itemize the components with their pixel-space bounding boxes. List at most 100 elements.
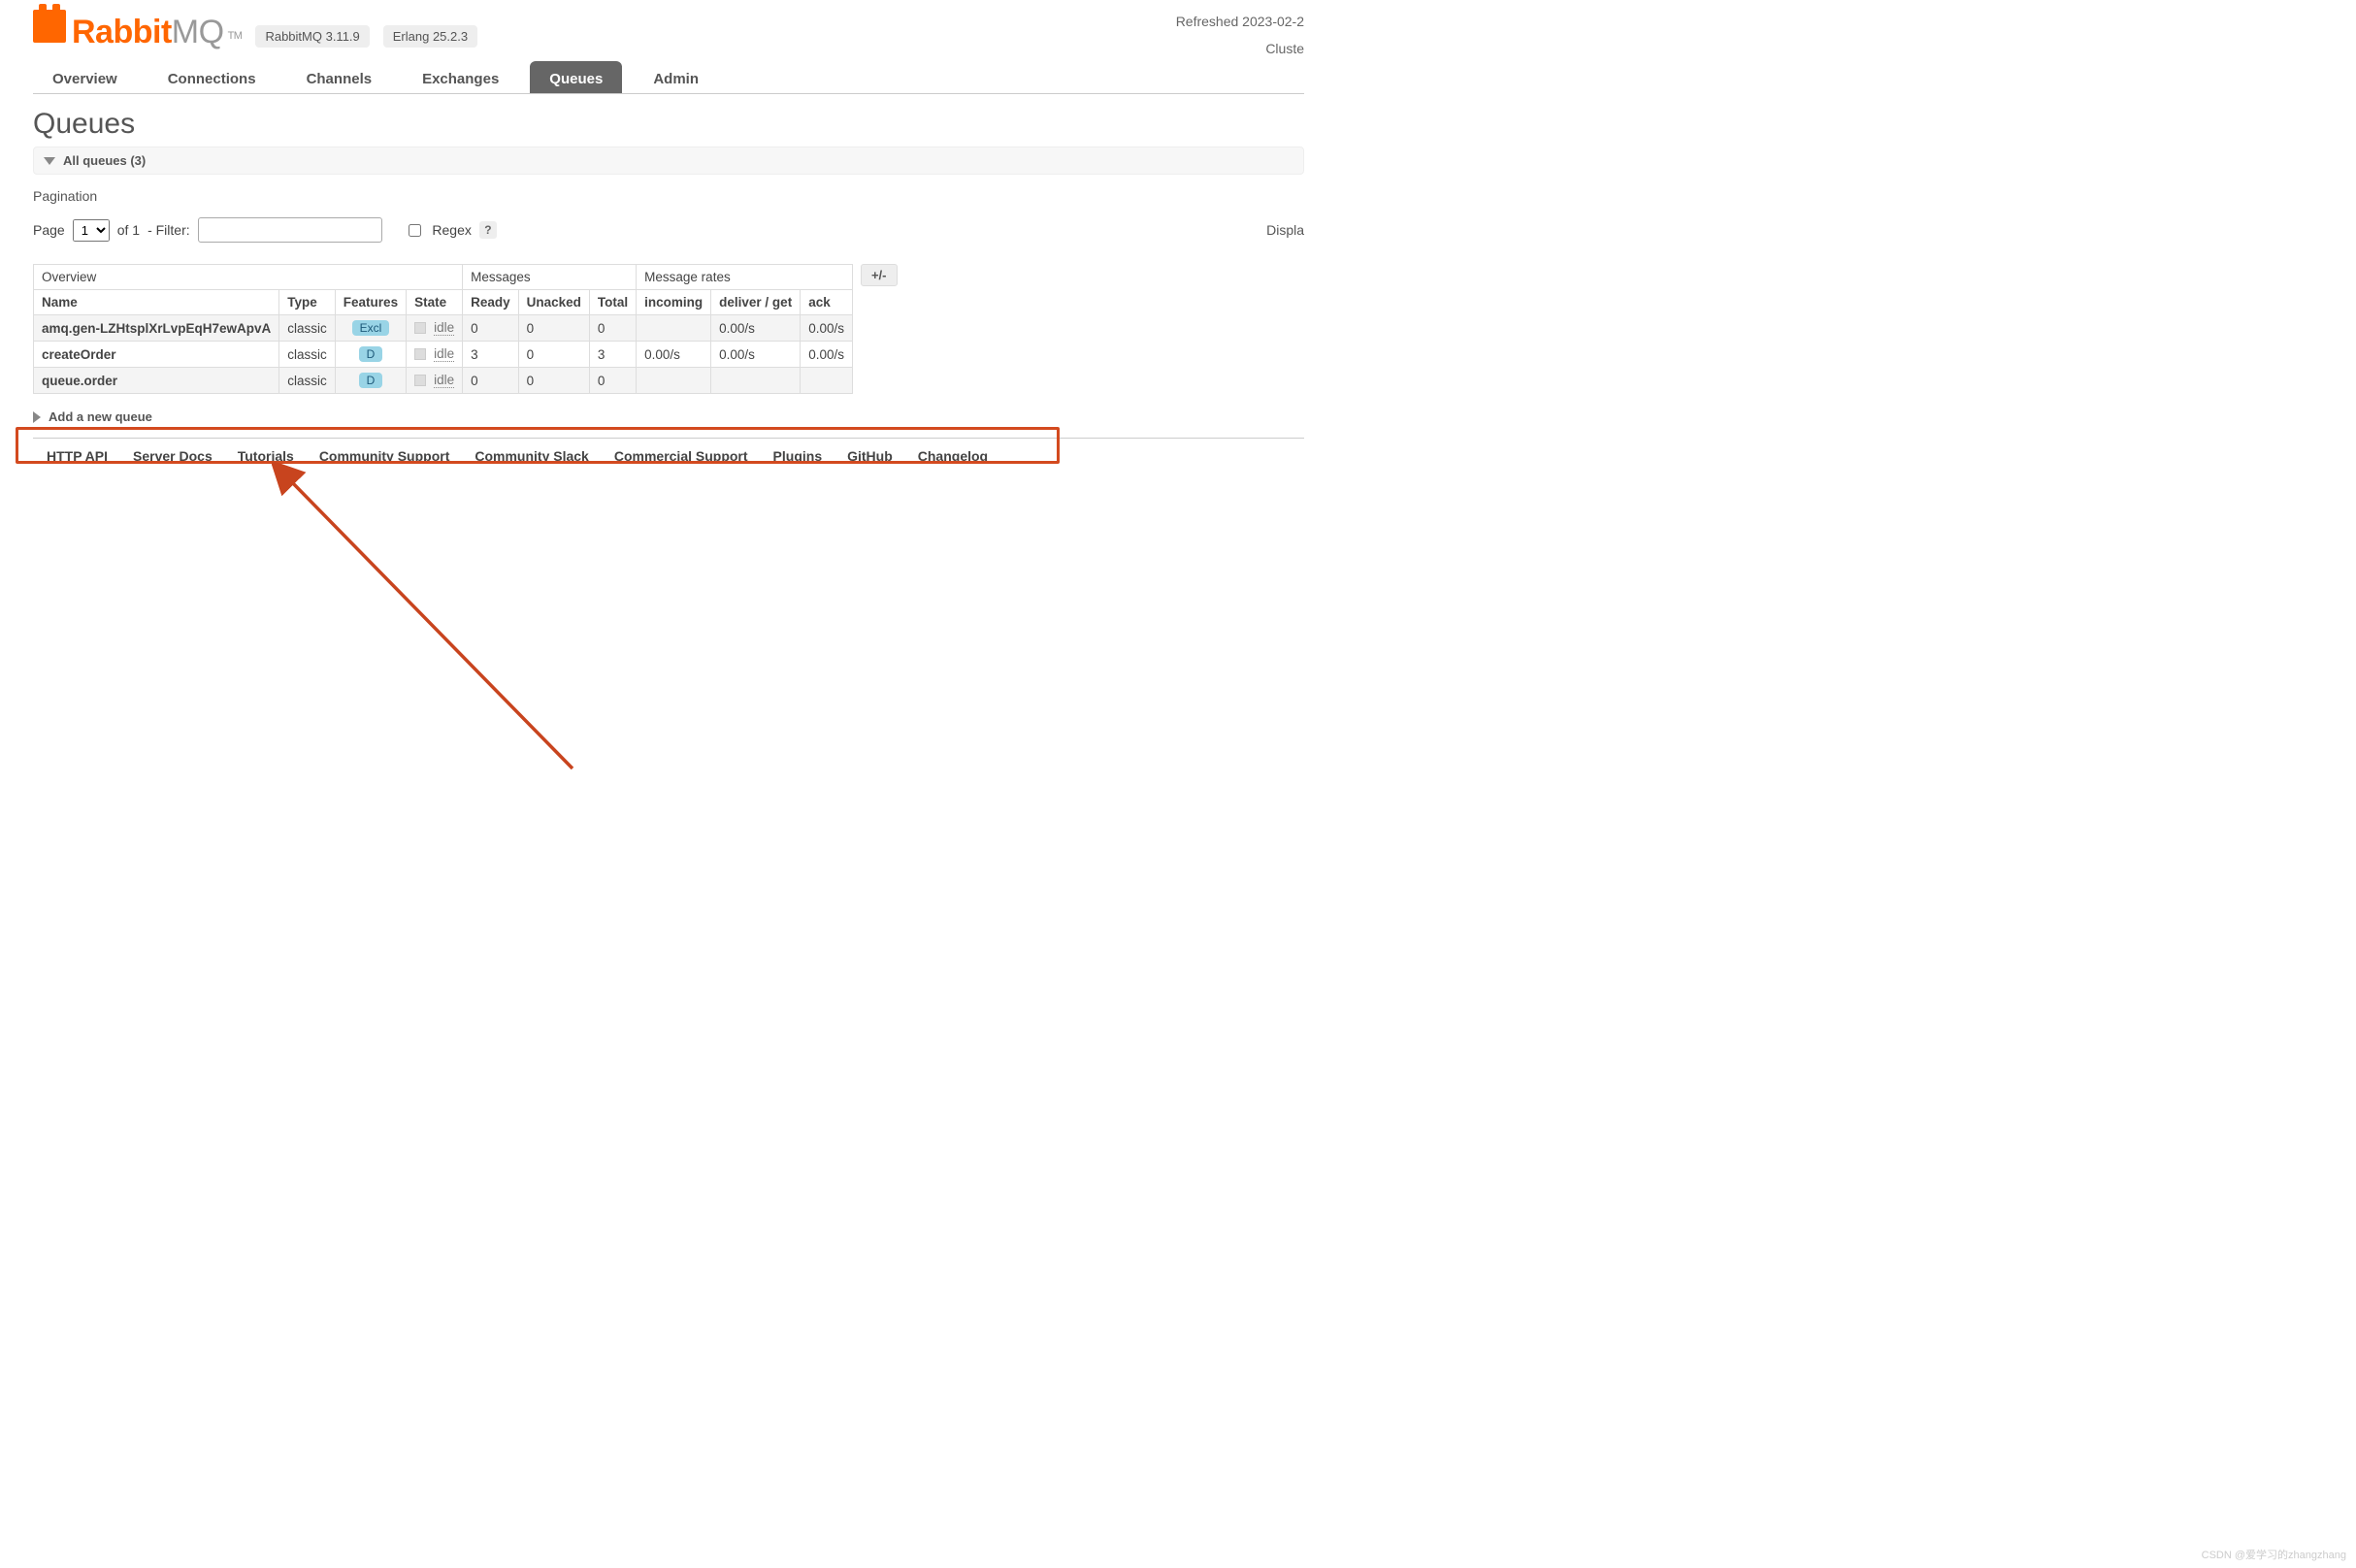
col-type[interactable]: Type [279,290,336,315]
add-queue-label: Add a new queue [49,409,152,424]
tab-channels[interactable]: Channels [287,61,392,93]
cell-unacked: 0 [518,342,589,368]
queues-table: Overview Messages Message rates NameType… [33,264,853,394]
cell-incoming: 0.00/s [637,342,711,368]
cell-ack [801,368,853,394]
cell-ready: 0 [463,368,519,394]
col-total[interactable]: Total [589,290,636,315]
group-rates: Message rates [637,265,853,290]
cell-ready: 3 [463,342,519,368]
cell-deliver_get [711,368,801,394]
all-queues-section[interactable]: All queues (3) [33,147,1304,175]
footer-links: HTTP API Server Docs Tutorials Community Su… [33,448,1304,464]
feature-badge: Excl [352,320,390,336]
footer-link-github[interactable]: GitHub [847,448,893,464]
footer-link-plugins[interactable]: Plugins [773,448,823,464]
state-square-icon [414,322,426,334]
col-ack[interactable]: ack [801,290,853,315]
cell-total: 0 [589,315,636,342]
state-text: idle [434,320,454,336]
queue-state: idle [407,342,463,368]
regex-label: Regex [432,222,471,238]
rabbitmq-logo[interactable]: RabbitMQTM [33,10,242,51]
col-incoming[interactable]: incoming [637,290,711,315]
queue-name-link[interactable]: queue.order [34,368,279,394]
footer-link-community-support[interactable]: Community Support [319,448,450,464]
tab-admin[interactable]: Admin [634,61,718,93]
footer-link-server-docs[interactable]: Server Docs [133,448,213,464]
cell-total: 0 [589,368,636,394]
page-word: Page [33,222,65,238]
cell-incoming [637,315,711,342]
pagination-label: Pagination [33,188,1304,204]
rabbitmq-version-pill: RabbitMQ 3.11.9 [255,25,369,48]
chevron-right-icon [33,411,41,423]
col-deliver-get[interactable]: deliver / get [711,290,801,315]
cell-total: 3 [589,342,636,368]
tab-overview[interactable]: Overview [33,61,137,93]
table-row: queue.orderclassicDidle000 [34,368,853,394]
cell-ready: 0 [463,315,519,342]
footer-link-community-slack[interactable]: Community Slack [474,448,588,464]
cell-ack: 0.00/s [801,342,853,368]
of-pages: of 1 [117,222,140,238]
cell-ack: 0.00/s [801,315,853,342]
state-text: idle [434,346,454,362]
tab-queues[interactable]: Queues [530,61,622,93]
footer-link-http-api[interactable]: HTTP API [47,448,108,464]
tab-connections[interactable]: Connections [148,61,276,93]
watermark: CSDN @爱学习的zhangzhang [2202,1547,2346,1562]
all-queues-label: All queues (3) [63,153,146,168]
queue-state: idle [407,368,463,394]
queue-features: D [335,368,406,394]
queue-name-link[interactable]: createOrder [34,342,279,368]
feature-badge: D [359,373,383,388]
col-name[interactable]: Name [34,290,279,315]
annotation-arrow [272,462,592,782]
main-tabs: Overview Connections Channels Exchanges Queu… [33,61,1304,94]
col-state[interactable]: State [407,290,463,315]
state-text: idle [434,373,454,388]
add-queue-section[interactable]: Add a new queue [33,409,1304,424]
queue-type: classic [279,342,336,368]
erlang-version-pill: Erlang 25.2.3 [383,25,477,48]
group-overview: Overview [34,265,463,290]
filter-divider: - Filter: [147,222,190,238]
cell-incoming [637,368,711,394]
logo-text-rabbit: Rabbit [72,14,172,50]
feature-badge: D [359,346,383,362]
queue-state: idle [407,315,463,342]
queue-features: Excl [335,315,406,342]
cell-unacked: 0 [518,315,589,342]
cluster-label: Cluste [1176,35,1304,62]
refreshed-label: Refreshed 2023-02-2 [1176,8,1304,35]
columns-toggle-button[interactable]: +/- [861,264,898,286]
page-title: Queues [33,108,1304,141]
footer-link-tutorials[interactable]: Tutorials [238,448,294,464]
queue-type: classic [279,315,336,342]
regex-checkbox[interactable] [409,224,421,237]
tab-exchanges[interactable]: Exchanges [403,61,518,93]
group-messages: Messages [463,265,637,290]
cell-unacked: 0 [518,368,589,394]
logo-tm: TM [228,30,243,42]
filter-input[interactable] [198,217,382,243]
col-features[interactable]: Features [335,290,406,315]
col-ready[interactable]: Ready [463,290,519,315]
displaying-label: Displa [1266,222,1304,238]
cell-deliver_get: 0.00/s [711,342,801,368]
table-row: createOrderclassicDidle3030.00/s0.00/s0.… [34,342,853,368]
queue-type: classic [279,368,336,394]
state-square-icon [414,348,426,360]
table-row: amq.gen-LZHtsplXrLvpEqH7ewApvAclassic Exc… [34,315,853,342]
state-square-icon [414,375,426,386]
footer-link-commercial-support[interactable]: Commercial Support [614,448,748,464]
page-select[interactable]: 1 [73,219,110,242]
chevron-down-icon [44,157,55,165]
help-icon[interactable]: ? [479,221,497,239]
footer-link-changelog[interactable]: Changelog [918,448,988,464]
queue-name-link[interactable]: amq.gen-LZHtsplXrLvpEqH7ewApvA [34,315,279,342]
col-unacked[interactable]: Unacked [518,290,589,315]
rabbitmq-logo-icon [33,10,66,43]
cell-deliver_get: 0.00/s [711,315,801,342]
